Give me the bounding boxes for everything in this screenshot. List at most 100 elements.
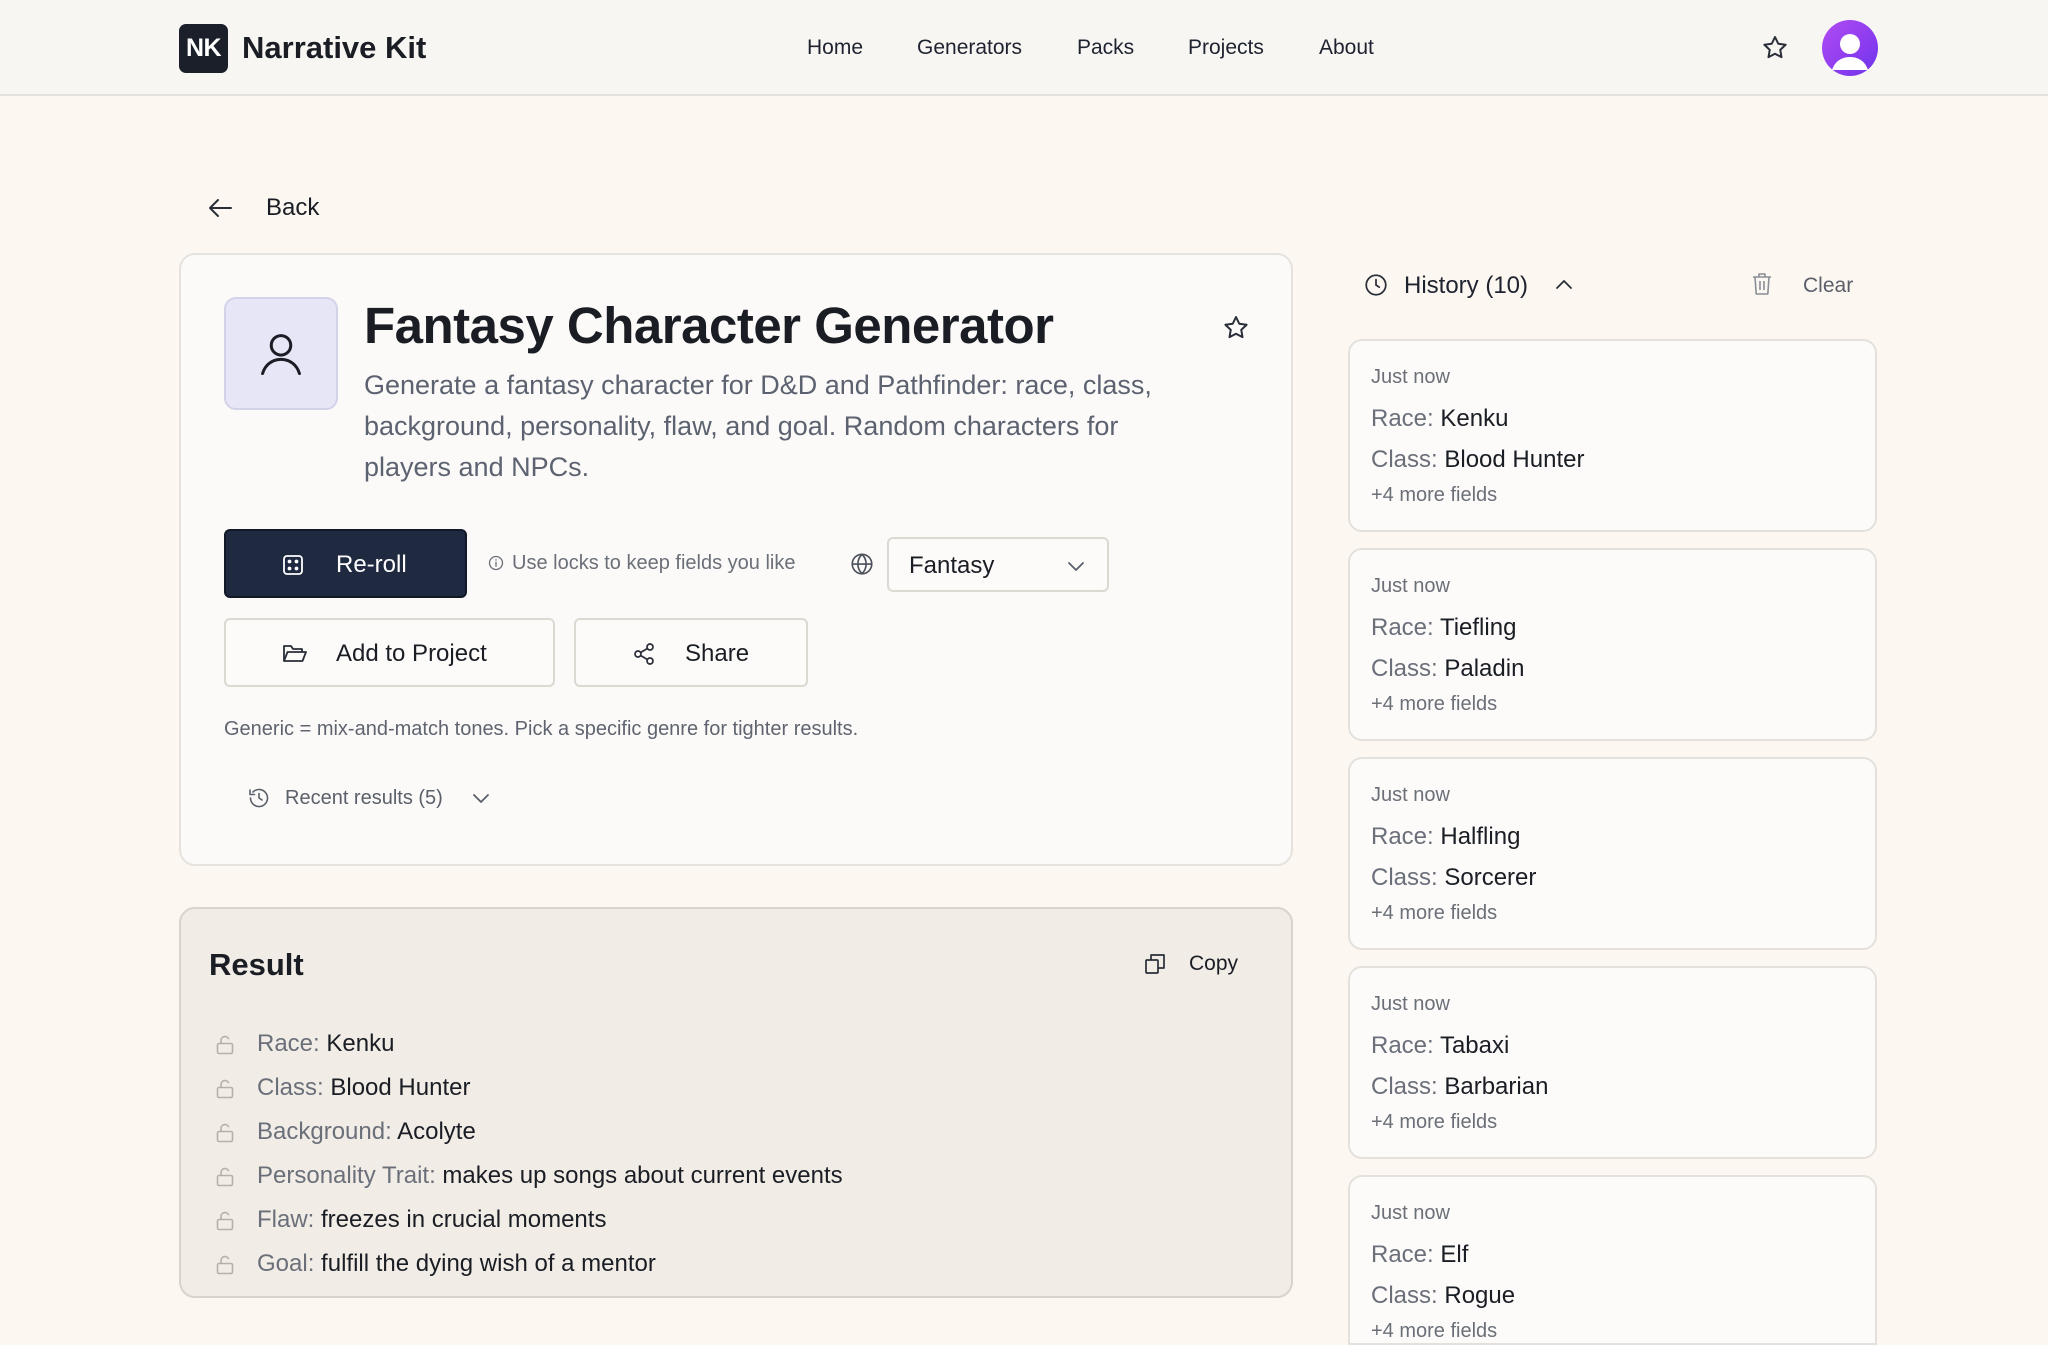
history-time: Just now: [1371, 366, 1450, 388]
result-value: makes up songs about current events: [442, 1162, 843, 1189]
history-race: Race: Tabaxi: [1371, 1030, 1509, 1062]
history-class-key: Class:: [1371, 655, 1438, 682]
history-race-value: Tabaxi: [1439, 1032, 1510, 1059]
history-race-value: Kenku: [1440, 405, 1509, 432]
chevron-down-icon: [470, 789, 492, 807]
history-class-value: Paladin: [1444, 655, 1525, 682]
history-time: Just now: [1371, 993, 1450, 1015]
share-button[interactable]: Share: [574, 618, 808, 687]
favorite-star-icon[interactable]: [1221, 313, 1251, 343]
share-label: Share: [685, 640, 750, 667]
nav-packs[interactable]: Packs: [1077, 34, 1134, 62]
arrow-left-icon: [208, 197, 234, 219]
history-class-key: Class:: [1371, 1073, 1438, 1100]
copy-icon: [1143, 952, 1167, 976]
history-time: Just now: [1371, 575, 1450, 597]
reroll-label: Re-roll: [336, 551, 407, 578]
history-race: Race: Kenku: [1371, 403, 1508, 435]
lock-icon[interactable]: [214, 1166, 236, 1188]
history-class: Class: Blood Hunter: [1371, 444, 1584, 476]
history-class-value: Sorcerer: [1444, 864, 1537, 891]
history-card[interactable]: Just now Race: Halfling Class: Sorcerer …: [1348, 757, 1877, 950]
history-class-key: Class:: [1371, 1282, 1438, 1309]
result-value: freezes in crucial moments: [321, 1206, 607, 1233]
history-toggle[interactable]: History (10): [1404, 270, 1528, 302]
history-more-fields: +4 more fields: [1371, 1320, 1498, 1342]
user-avatar[interactable]: [1822, 20, 1878, 76]
clear-history-button[interactable]: Clear: [1803, 270, 1853, 302]
lock-icon[interactable]: [214, 1078, 236, 1100]
history-class-key: Class:: [1371, 446, 1438, 473]
history-class-value: Barbarian: [1444, 1073, 1549, 1100]
history-class: Class: Barbarian: [1371, 1071, 1548, 1103]
chevron-up-icon[interactable]: [1553, 276, 1575, 294]
history-class-key: Class:: [1371, 864, 1438, 891]
page-title: Fantasy Character Generator: [364, 297, 1054, 354]
history-more-fields: +4 more fields: [1371, 693, 1498, 715]
lock-icon[interactable]: [214, 1122, 236, 1144]
result-value: Blood Hunter: [330, 1074, 471, 1101]
history-more-fields: +4 more fields: [1371, 902, 1498, 924]
history-card[interactable]: Just now Race: Tiefling Class: Paladin +…: [1348, 548, 1877, 741]
brand-name[interactable]: Narrative Kit: [242, 28, 426, 68]
nav-home[interactable]: Home: [807, 34, 863, 62]
history-more-fields: +4 more fields: [1371, 484, 1498, 506]
history-race: Race: Tiefling: [1371, 612, 1516, 644]
dice-icon: [282, 554, 304, 576]
locks-hint: Use locks to keep fields you like: [488, 549, 795, 577]
trash-icon[interactable]: [1750, 271, 1774, 297]
generic-note: Generic = mix-and-match tones. Pick a sp…: [224, 718, 859, 740]
result-key: Background:: [257, 1118, 392, 1145]
reroll-button[interactable]: Re-roll: [224, 529, 467, 598]
result-title: Result: [209, 947, 304, 982]
history-race: Race: Elf: [1371, 1239, 1468, 1271]
history-race-key: Race:: [1371, 614, 1434, 641]
history-class-value: Blood Hunter: [1444, 446, 1585, 473]
history-race-value: Elf: [1440, 1241, 1469, 1268]
copy-label: Copy: [1189, 952, 1239, 975]
result-panel: Result Copy Race: Kenku Class: Blood Hun…: [179, 907, 1293, 1298]
share-icon: [632, 642, 658, 666]
history-time: Just now: [1371, 1202, 1450, 1224]
nav-about[interactable]: About: [1319, 34, 1374, 62]
history-class: Class: Rogue: [1371, 1280, 1515, 1312]
back-link[interactable]: Back: [208, 191, 319, 225]
history-time: Just now: [1371, 784, 1450, 806]
recent-results-label: Recent results (5): [285, 787, 443, 809]
history-race-key: Race:: [1371, 1032, 1434, 1059]
favorites-star-icon[interactable]: [1760, 33, 1790, 63]
back-label: Back: [266, 194, 320, 221]
chevron-down-icon: [1065, 557, 1087, 575]
genre-select[interactable]: Fantasy: [887, 537, 1109, 592]
history-card[interactable]: Just now Race: Kenku Class: Blood Hunter…: [1348, 339, 1877, 532]
history-class: Class: Paladin: [1371, 653, 1524, 685]
top-navbar: NK Narrative Kit Home Generators Packs P…: [0, 0, 2048, 96]
history-class: Class: Sorcerer: [1371, 862, 1536, 894]
add-to-project-button[interactable]: Add to Project: [224, 618, 555, 687]
info-icon: [488, 555, 504, 571]
result-value: Acolyte: [397, 1118, 476, 1145]
globe-icon: [849, 551, 875, 577]
nav-generators[interactable]: Generators: [917, 34, 1022, 62]
result-value: fulfill the dying wish of a mentor: [321, 1250, 656, 1277]
history-race-key: Race:: [1371, 1241, 1434, 1268]
generator-description: Generate a fantasy character for D&D and…: [364, 370, 1152, 482]
lock-icon[interactable]: [214, 1254, 236, 1276]
lock-icon[interactable]: [214, 1210, 236, 1232]
history-card[interactable]: Just now Race: Tabaxi Class: Barbarian +…: [1348, 966, 1877, 1159]
result-key: Flaw:: [257, 1206, 315, 1233]
history-race-value: Halfling: [1440, 823, 1521, 850]
history-more-fields: +4 more fields: [1371, 1111, 1498, 1133]
lock-icon[interactable]: [214, 1034, 236, 1056]
logo-mark[interactable]: NK: [179, 24, 228, 73]
nav-projects[interactable]: Projects: [1188, 34, 1264, 62]
result-key: Personality Trait:: [257, 1162, 436, 1189]
history-header: History (10) Clear: [1363, 268, 1877, 304]
history-card[interactable]: Just now Race: Elf Class: Rogue +4 more …: [1348, 1175, 1877, 1345]
history-race-key: Race:: [1371, 823, 1434, 850]
result-value: Kenku: [326, 1030, 395, 1057]
history-race-key: Race:: [1371, 405, 1434, 432]
clock-icon: [1363, 272, 1389, 298]
folder-open-icon: [282, 642, 308, 666]
generator-card: Fantasy Character Generator Generate a f…: [179, 253, 1293, 866]
